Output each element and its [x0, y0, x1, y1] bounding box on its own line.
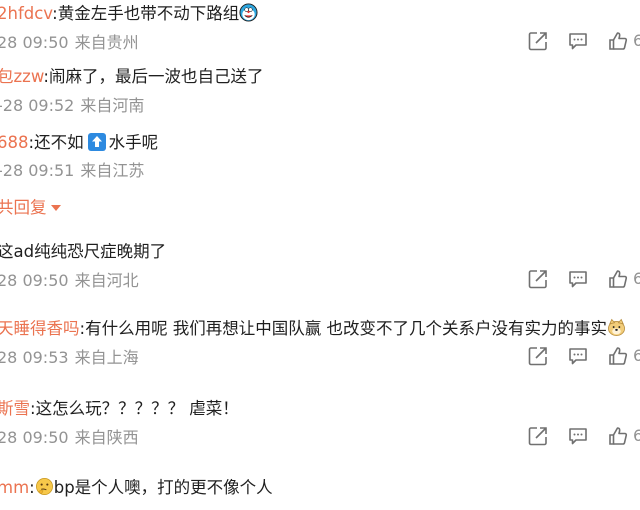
comment-location: 来自河北 — [74, 271, 139, 290]
comment-meta: -28 09:52 来自河南 — [0, 95, 144, 117]
comment-text-line: 包zzw:闹麻了，最后一波也自己送了 — [0, 66, 263, 88]
comment-meta: 28 09:50 来自贵州 — [0, 32, 139, 54]
comment-meta: -28 09:51 来自江苏 — [0, 160, 144, 182]
comment-text: 有什么用呢 我们再想让中国队赢 也改变不了几个关系户没有实力的事实 — [85, 319, 608, 338]
comment-text: bp是个人噢，打的更不像个人 — [53, 478, 273, 497]
comment-time: -28 09:51 — [0, 161, 75, 180]
chevron-down-icon — [50, 205, 61, 211]
like-icon[interactable] — [607, 30, 629, 52]
comment-username[interactable]: mm — [0, 478, 29, 497]
comment-username[interactable]: 天睡得香吗 — [0, 319, 80, 338]
comment-icon[interactable] — [567, 425, 589, 447]
comment-text-line: 2hfdcv:黄金左手也带不动下路组 — [0, 3, 258, 25]
comment-text: 闹麻了，最后一波也自己送了 — [48, 67, 264, 86]
comment-text: 这ad纯纯恐尺症晚期了 — [0, 242, 167, 261]
comment-text-line: mm: bp是个人噢，打的更不像个人 — [0, 477, 273, 499]
like-count: 6 — [633, 346, 640, 365]
comment-text-line: 这ad纯纯恐尺症晚期了 — [0, 241, 166, 263]
comment-text-line: 688:还不如 水手呢 — [0, 132, 158, 154]
comment-time: 28 09:50 — [0, 271, 69, 290]
up-arrow-icon — [87, 133, 106, 151]
comment-username[interactable]: 2hfdcv — [0, 4, 52, 23]
comment-text: 还不如 — [34, 133, 84, 152]
comment-time: -28 09:52 — [0, 96, 75, 115]
comment-location: 来自贵州 — [74, 33, 139, 52]
comment-username[interactable]: 688 — [0, 133, 29, 152]
comment-icon[interactable] — [567, 268, 589, 290]
comment-text: 黄金左手也带不动下路组 — [57, 4, 240, 23]
thinking-emoji — [35, 477, 54, 496]
like-count: 6 — [633, 269, 640, 288]
comment-meta: 28 09:53 来自上海 — [0, 347, 139, 369]
comment-actions: 6 — [527, 30, 640, 52]
comment-meta: 28 09:50 来自河北 — [0, 270, 139, 292]
comment-icon[interactable] — [567, 30, 589, 52]
share-icon[interactable] — [527, 30, 549, 52]
comment-text-line: 天睡得香吗:有什么用呢 我们再想让中国队赢 也改变不了几个关系户没有实力的事实 — [0, 318, 626, 340]
comment-time: 28 09:50 — [0, 33, 69, 52]
comment-location: 来自陕西 — [74, 428, 139, 447]
more-replies-link[interactable]: 共回复 — [0, 197, 61, 219]
like-count: 6 — [633, 31, 640, 50]
like-icon[interactable] — [607, 268, 629, 290]
comment-icon[interactable] — [567, 345, 589, 367]
comment-actions: 6 — [527, 268, 640, 290]
comment-text-line: 斯雪:这怎么玩？？？？？ 虐菜！ — [0, 398, 239, 420]
comment-location: 来自上海 — [74, 348, 139, 367]
like-icon[interactable] — [607, 345, 629, 367]
share-icon[interactable] — [527, 425, 549, 447]
comment-actions: 6 — [527, 345, 640, 367]
share-icon[interactable] — [527, 268, 549, 290]
comment-location: 来自河南 — [80, 96, 145, 115]
comment-actions: 6 — [527, 425, 640, 447]
comment-time: 28 09:50 — [0, 428, 69, 447]
comment-time: 28 09:53 — [0, 348, 69, 367]
comment-location: 来自江苏 — [80, 161, 145, 180]
like-count: 6 — [633, 426, 640, 445]
partial-next-row — [0, 504, 640, 510]
comment-username[interactable]: 斯雪 — [0, 399, 30, 418]
share-icon[interactable] — [527, 345, 549, 367]
comment-text: 这怎么玩？？？？？ 虐菜！ — [35, 399, 239, 418]
doraemon-emoji — [239, 3, 258, 22]
comment-meta: 28 09:50 来自陕西 — [0, 427, 139, 449]
doge-emoji — [607, 318, 626, 337]
comment-username[interactable]: 包zzw — [0, 67, 43, 86]
comment-text: 水手呢 — [108, 133, 159, 152]
partial-meta — [0, 504, 120, 510]
like-icon[interactable] — [607, 425, 629, 447]
